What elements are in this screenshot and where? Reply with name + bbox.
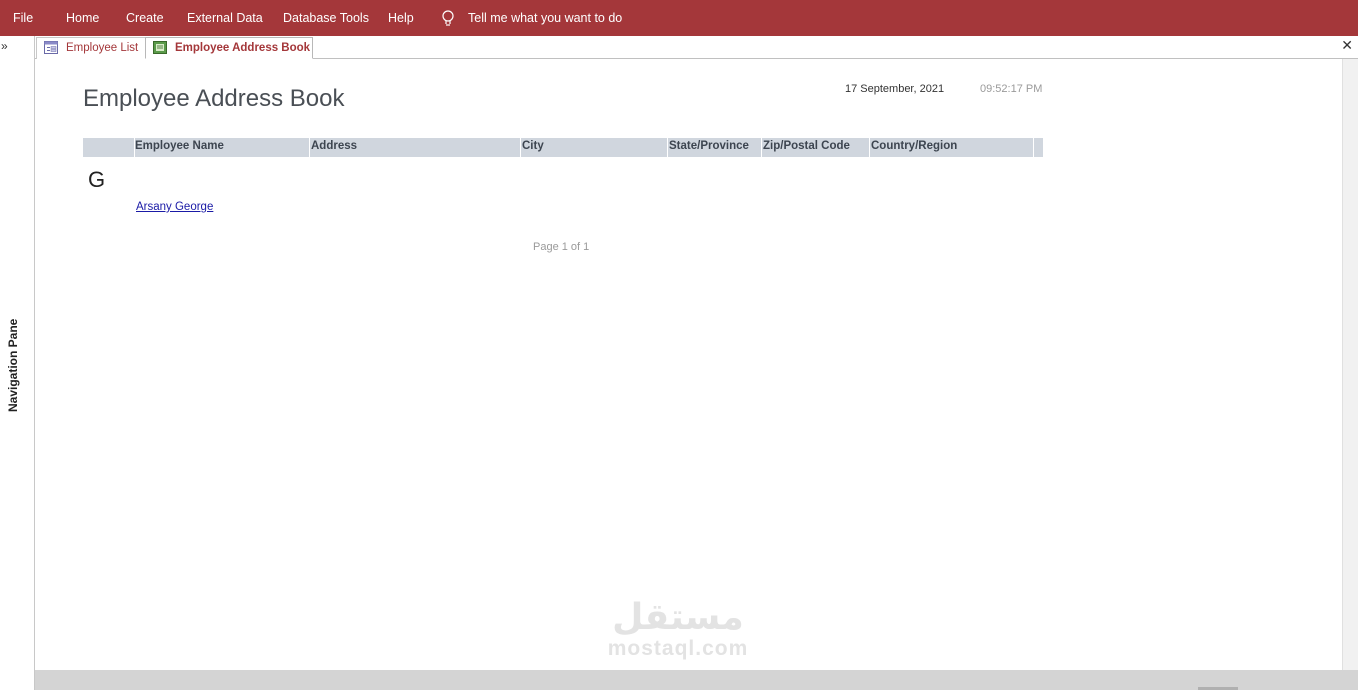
report-time: 09:52:17 PM [980,83,1043,95]
menu-home[interactable]: Home [66,11,99,25]
close-document-icon[interactable]: ✕ [1341,37,1353,54]
menu-database-tools[interactable]: Database Tools [283,11,369,25]
column-separator [520,138,521,157]
tab-employee-address-book[interactable]: Employee Address Book [145,37,313,59]
watermark-latin: mostaql.com [607,637,749,660]
tell-me-search[interactable]: Tell me what you want to do [468,11,622,25]
form-icon [44,41,58,54]
navigation-pane[interactable]: » Navigation Pane [0,36,35,690]
column-separator [761,138,762,157]
navigation-pane-label[interactable]: Navigation Pane [6,319,22,412]
horizontal-scrollbar[interactable] [35,670,1358,690]
column-header-address: Address [311,140,358,152]
watermark-logo: مستقل mostaql.com [595,598,761,660]
report-date: 17 September, 2021 [845,83,945,95]
menu-create[interactable]: Create [126,11,164,25]
tab-employee-list-label: Employee List [66,42,139,54]
lightbulb-icon [442,10,454,26]
group-header-letter: G [88,167,106,192]
document-tab-strip: Employee List Employee Address Book ✕ [35,36,1358,59]
column-separator [869,138,870,157]
vertical-scrollbar[interactable] [1342,59,1358,670]
page-number: Page 1 of 1 [533,241,590,253]
column-separator [667,138,668,157]
tab-employee-address-book-label: Employee Address Book [175,42,311,54]
column-header-country-region: Country/Region [871,140,958,152]
column-header-city: City [522,140,544,152]
report-title: Employee Address Book [83,85,345,112]
column-separator [309,138,310,157]
ribbon-menu-bar: File Home Create External Data Database … [0,0,1358,36]
menu-external-data[interactable]: External Data [187,11,263,25]
column-header-employee-name: Employee Name [135,140,224,152]
menu-help[interactable]: Help [388,11,414,25]
menu-file[interactable]: File [13,11,33,25]
column-header-zip-postal-code: Zip/Postal Code [763,140,850,152]
employee-name-link[interactable]: Arsany George [136,201,213,213]
column-separator [1033,138,1034,157]
tab-employee-list[interactable]: Employee List [36,37,146,59]
expand-chevron-icon[interactable]: » [1,39,8,53]
report-icon [153,41,167,54]
column-header-state-province: State/Province [669,140,749,152]
watermark-arabic: مستقل [612,597,744,638]
column-header-band: Employee Name Address City State/Provinc… [83,138,1043,157]
